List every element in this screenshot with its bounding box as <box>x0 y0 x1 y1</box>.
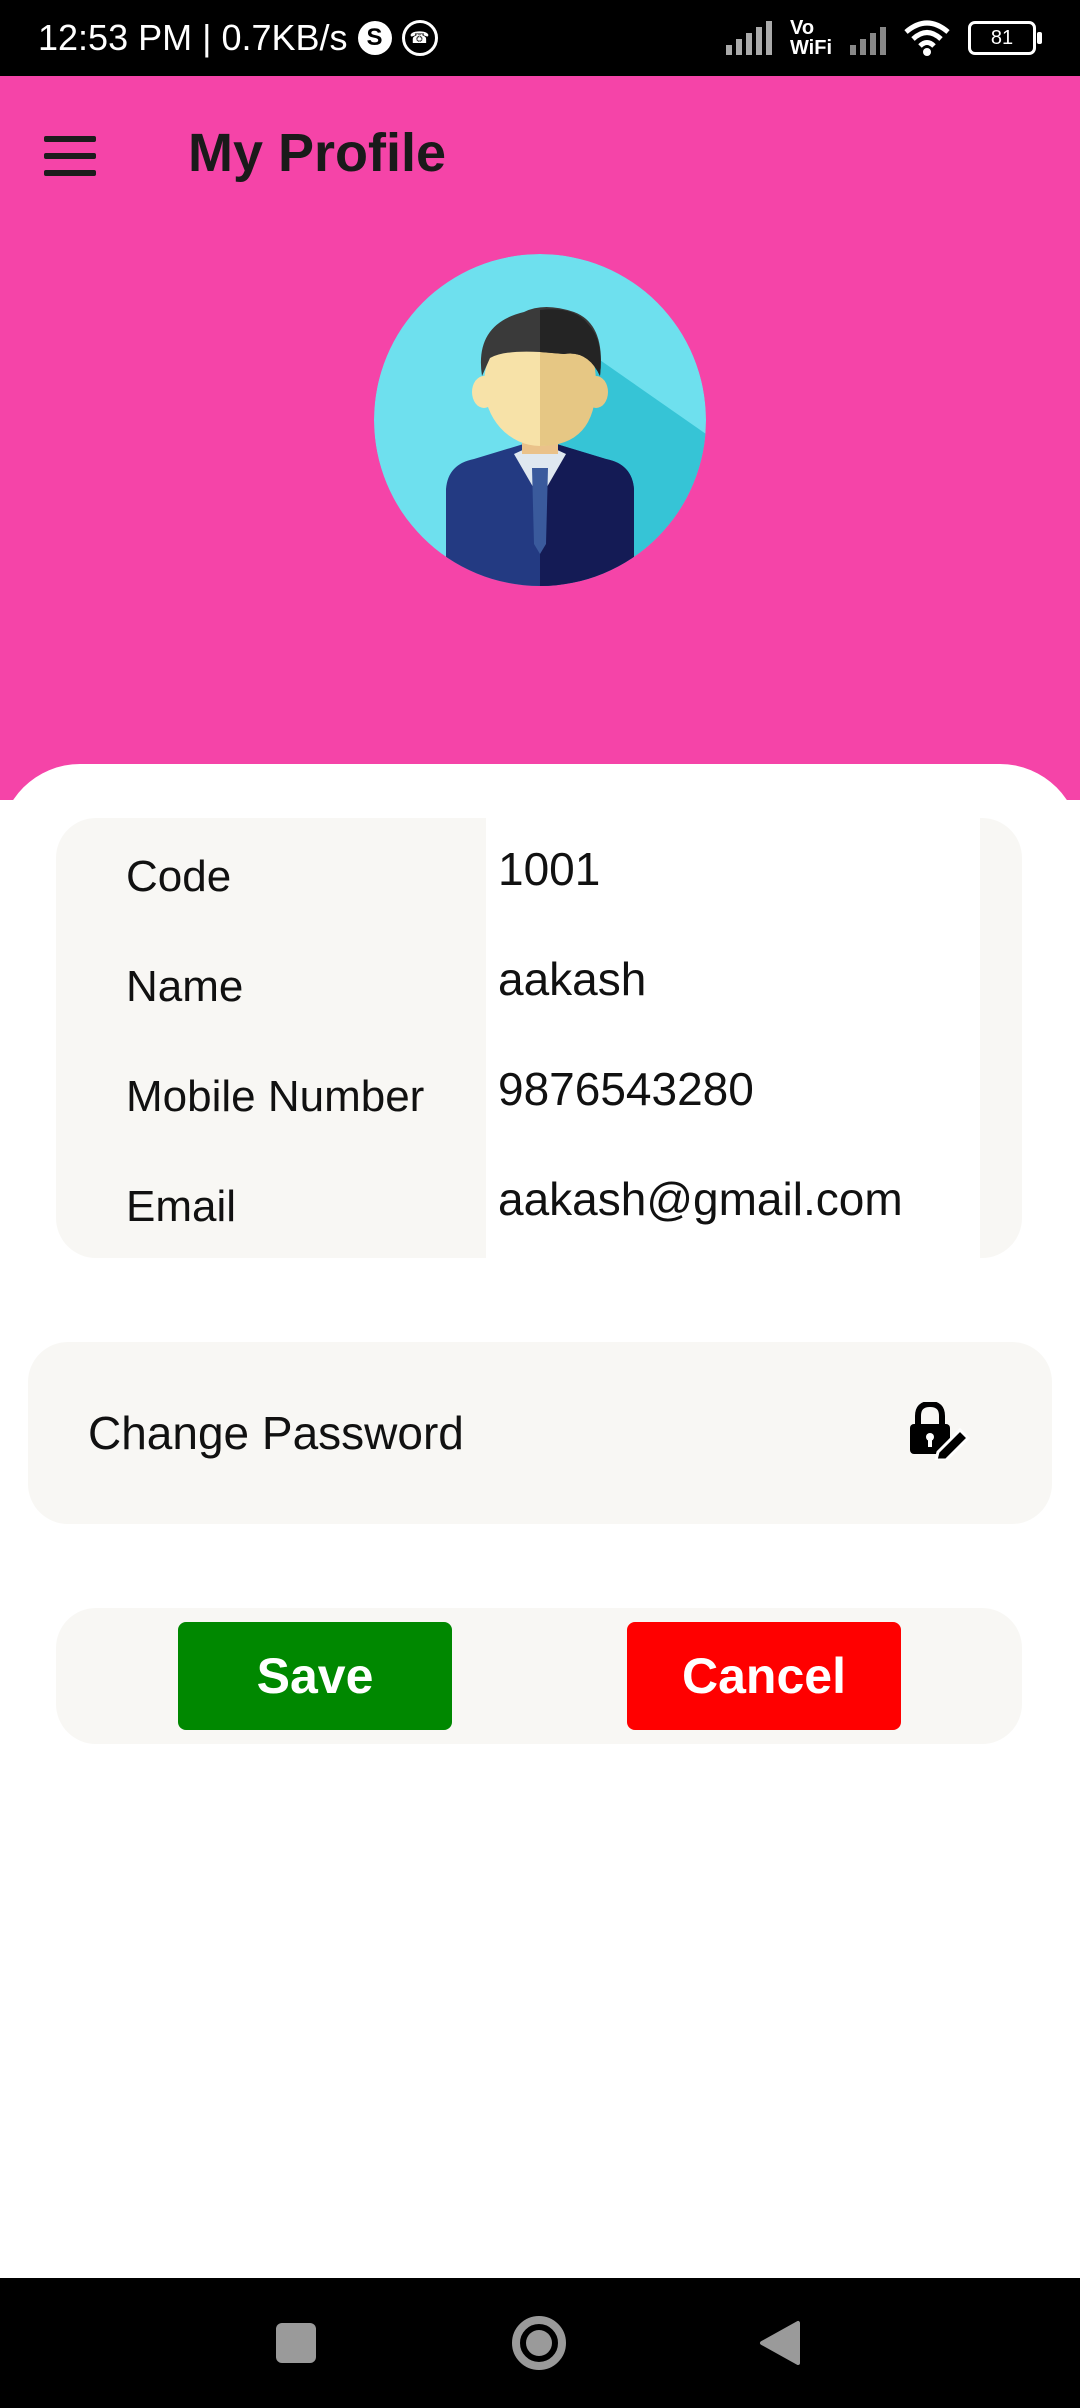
email-value: aakash@gmail.com <box>498 1173 903 1225</box>
mobile-value: 9876543280 <box>498 1063 754 1115</box>
home-circle-icon[interactable] <box>489 2278 589 2408</box>
profile-header: My Profile <box>0 76 1080 800</box>
name-value: aakash <box>498 953 647 1005</box>
change-password-label: Change Password <box>88 1407 464 1459</box>
whatsapp-icon: ☎ <box>401 20 438 56</box>
status-bar: 12:53 PM | 0.7KB/s S ☎ Vo WiFi 81 <box>0 0 1080 76</box>
system-nav-bar <box>0 2278 1080 2408</box>
menu-icon[interactable] <box>44 136 96 176</box>
save-button[interactable]: Save <box>178 1622 452 1730</box>
vowifi-top: Vo <box>789 17 815 39</box>
avatar <box>374 254 706 586</box>
cell-signal-2-icon <box>850 21 886 55</box>
profile-info-table: Code 1001 Name aakash Mobile Number 9876… <box>56 818 1022 1258</box>
cancel-button[interactable]: Cancel <box>627 1622 901 1730</box>
status-left: 12:53 PM | 0.7KB/s S ☎ <box>38 0 438 76</box>
info-row-email: Email aakash@gmail.com <box>56 1148 1022 1258</box>
vowifi-icon: Vo WiFi <box>790 18 832 58</box>
status-right: Vo WiFi 81 <box>725 0 1042 76</box>
page-title: My Profile <box>188 123 447 183</box>
info-row-mobile: Mobile Number 9876543280 <box>56 1038 1022 1148</box>
recents-square-icon[interactable] <box>246 2278 346 2408</box>
lock-edit-icon[interactable] <box>908 1402 970 1460</box>
email-label: Email <box>126 1182 237 1231</box>
info-row-name: Name aakash <box>56 928 1022 1038</box>
action-bar: Save Cancel <box>56 1608 1022 1744</box>
code-value: 1001 <box>498 843 601 895</box>
skype-icon: S <box>357 21 392 55</box>
code-label: Code <box>126 852 232 901</box>
wifi-icon <box>904 20 950 56</box>
battery-icon: 81 <box>968 21 1042 55</box>
vowifi-bottom: WiFi <box>789 37 832 59</box>
change-password-row[interactable]: Change Password <box>28 1342 1052 1524</box>
battery-level: 81 <box>990 26 1014 49</box>
name-label: Name <box>126 962 244 1011</box>
cell-signal-icon <box>725 21 772 55</box>
info-row-code: Code 1001 <box>56 818 1022 928</box>
mobile-label: Mobile Number <box>126 1072 425 1121</box>
status-time: 12:53 PM | 0.7KB/s <box>38 17 348 58</box>
back-triangle-icon[interactable] <box>730 2278 830 2408</box>
